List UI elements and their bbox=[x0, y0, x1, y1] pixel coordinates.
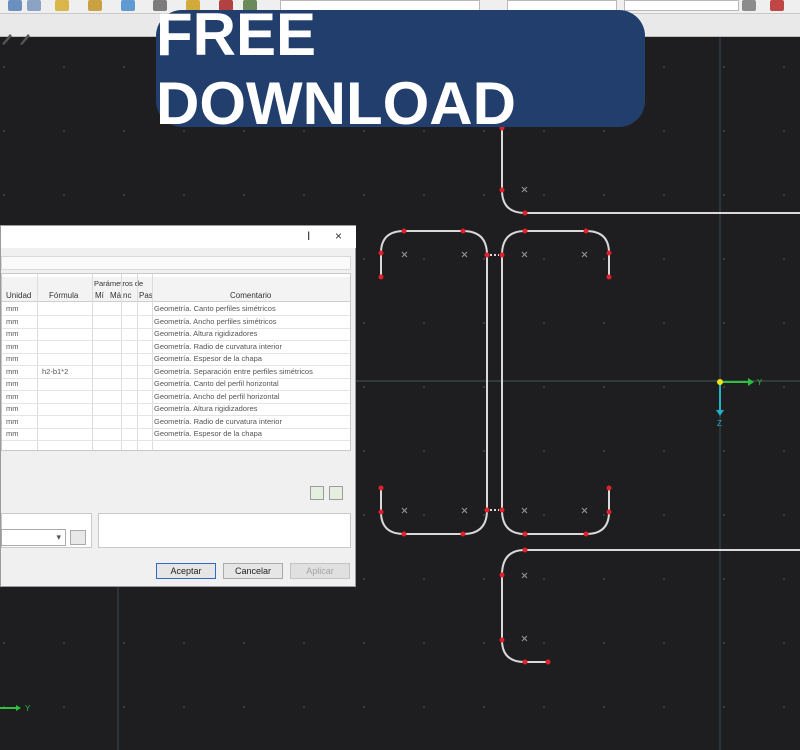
col-step[interactable]: Pas bbox=[139, 291, 153, 300]
cell-comment[interactable]: Geometría. Radio de curvatura interior bbox=[154, 417, 282, 426]
options-panel-right bbox=[98, 513, 351, 548]
cell-comment[interactable]: Geometría. Radio de curvatura interior bbox=[154, 342, 282, 351]
settings-icon[interactable] bbox=[742, 0, 756, 11]
group-header: Parámetros de bbox=[94, 279, 144, 288]
table-row[interactable]: mm Geometría. Altura rigidizadores bbox=[2, 403, 350, 416]
table-row[interactable]: mm Geometría. Espesor de la chapa bbox=[2, 428, 350, 441]
copy-icon[interactable] bbox=[70, 530, 86, 545]
cell-unit[interactable]: mm bbox=[6, 379, 19, 388]
parameters-dialog: I × Parámetros de Unidad Fórmula Mí Má n… bbox=[0, 225, 356, 587]
table-row[interactable]: mm Geometría. Canto perfiles simétricos bbox=[2, 303, 350, 316]
cell-comment[interactable]: Geometría. Altura rigidizadores bbox=[154, 329, 257, 338]
cell-unit[interactable]: mm bbox=[6, 404, 19, 413]
node-tool-icon[interactable] bbox=[55, 0, 69, 11]
col-comment[interactable]: Comentario bbox=[230, 291, 271, 300]
cell-comment[interactable]: Geometría. Ancho del perfil horizontal bbox=[154, 392, 280, 401]
table-row[interactable]: mm Geometría. Ancho del perfil horizontal bbox=[2, 391, 350, 404]
col-max[interactable]: Má bbox=[110, 291, 121, 300]
cell-comment[interactable]: Geometría. Canto del perfil horizontal bbox=[154, 379, 279, 388]
table-header: Parámetros de Unidad Fórmula Mí Má nc Pa… bbox=[2, 277, 350, 302]
cell-formula[interactable]: h2-b1*2 bbox=[42, 367, 68, 376]
axis-y-label: Y bbox=[757, 378, 763, 387]
export-icon[interactable] bbox=[329, 486, 343, 500]
member-tool-icon[interactable] bbox=[121, 0, 135, 11]
free-download-banner[interactable]: FREE DOWNLOAD bbox=[156, 1, 645, 137]
import-icon[interactable] bbox=[310, 486, 324, 500]
cell-unit[interactable]: mm bbox=[6, 317, 19, 326]
dialog-titlebar: I × bbox=[1, 226, 356, 248]
cell-unit[interactable]: mm bbox=[6, 304, 19, 313]
dialog-subheader bbox=[1, 256, 351, 270]
cell-unit[interactable]: mm bbox=[6, 354, 19, 363]
table-icon[interactable] bbox=[8, 0, 22, 11]
cell-comment[interactable]: Geometría. Espesor de la chapa bbox=[154, 354, 262, 363]
cell-unit[interactable]: mm bbox=[6, 329, 19, 338]
table-row[interactable]: mm Geometría. Radio de curvatura interior bbox=[2, 416, 350, 429]
cell-unit[interactable]: mm bbox=[6, 417, 19, 426]
search-icon[interactable] bbox=[770, 0, 784, 11]
cancel-button[interactable]: Cancelar bbox=[223, 563, 283, 579]
minimize-button[interactable]: I bbox=[307, 229, 310, 243]
parameter-selector[interactable]: ▾ bbox=[1, 529, 66, 546]
global-axis-y-label: Y bbox=[25, 704, 31, 713]
accept-button[interactable]: Aceptar bbox=[156, 563, 216, 579]
cell-unit[interactable]: mm bbox=[6, 342, 19, 351]
cell-unit[interactable]: mm bbox=[6, 392, 19, 401]
table-row[interactable]: mm h2-b1*2 Geometría. Separación entre per… bbox=[2, 366, 350, 379]
cell-unit[interactable]: mm bbox=[6, 429, 19, 438]
report-icon[interactable] bbox=[27, 0, 41, 11]
col-formula[interactable]: Fórmula bbox=[49, 291, 78, 300]
line-tool-icon[interactable] bbox=[88, 0, 102, 11]
axis-z-label: Z bbox=[717, 419, 722, 428]
cell-comment[interactable]: Geometría. Altura rigidizadores bbox=[154, 404, 257, 413]
close-button[interactable]: × bbox=[335, 229, 342, 243]
cell-comment[interactable]: Geometría. Ancho perfiles simétricos bbox=[154, 317, 277, 326]
col-inc[interactable]: nc bbox=[123, 291, 131, 300]
cell-comment[interactable]: Geometría. Espesor de la chapa bbox=[154, 429, 262, 438]
apply-button[interactable]: Aplicar bbox=[290, 563, 350, 579]
chevron-down-icon: ▾ bbox=[56, 532, 61, 542]
parameters-table[interactable]: Parámetros de Unidad Fórmula Mí Má nc Pa… bbox=[1, 273, 351, 451]
table-row[interactable]: mm Geometría. Canto del perfil horizontal bbox=[2, 378, 350, 391]
cell-comment[interactable]: Geometría. Separación entre perfiles sim… bbox=[154, 367, 313, 376]
table-row[interactable]: mm Geometría. Ancho perfiles simétricos bbox=[2, 316, 350, 329]
table-row[interactable]: mm Geometría. Radio de curvatura interior bbox=[2, 341, 350, 354]
table-row[interactable]: mm Geometría. Altura rigidizadores bbox=[2, 328, 350, 341]
cell-unit[interactable]: mm bbox=[6, 367, 19, 376]
col-unit[interactable]: Unidad bbox=[6, 291, 31, 300]
col-min[interactable]: Mí bbox=[95, 291, 104, 300]
table-row[interactable]: mm Geometría. Espesor de la chapa bbox=[2, 353, 350, 366]
cell-comment[interactable]: Geometría. Canto perfiles simétricos bbox=[154, 304, 276, 313]
